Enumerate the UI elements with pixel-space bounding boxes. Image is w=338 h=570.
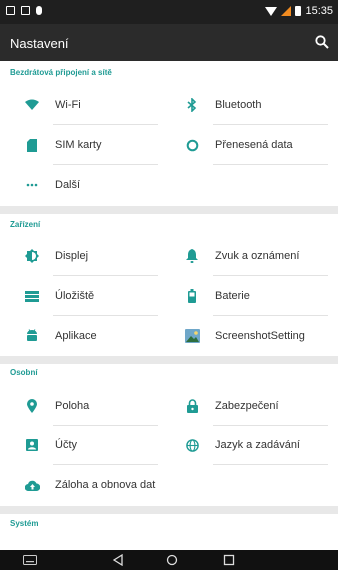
settings-item-label: Wi‑Fi: [55, 99, 81, 111]
bluetooth-icon: [182, 95, 202, 115]
search-icon[interactable]: [314, 34, 330, 50]
clock: 15:35: [305, 5, 333, 17]
section-header-device: Zařízení: [10, 220, 41, 229]
more-dots-icon: [22, 175, 42, 195]
settings-item-label: Přenesená data: [215, 139, 293, 151]
settings-item-display[interactable]: Displej: [0, 236, 168, 276]
settings-item-storage[interactable]: Úložiště: [0, 276, 168, 316]
data-usage-icon: [182, 135, 202, 155]
gallery-notification-icon: [21, 6, 30, 15]
settings-item-label: Jazyk a zadávání: [215, 439, 300, 451]
settings-item-data-usage[interactable]: Přenesená data: [160, 125, 338, 165]
settings-item-more[interactable]: Další: [0, 165, 168, 205]
settings-item-label: SIM karty: [55, 139, 102, 151]
settings-item-label: ScreenshotSetting: [215, 330, 305, 342]
settings-item-apps[interactable]: Aplikace: [0, 316, 168, 356]
storage-icon: [22, 286, 42, 306]
globe-icon: [182, 435, 202, 455]
image-notification-icon: [6, 6, 15, 15]
settings-item-location[interactable]: Poloha: [0, 386, 168, 426]
display-icon: [22, 246, 42, 266]
settings-item-label: Baterie: [215, 290, 250, 302]
settings-item-security[interactable]: Zabezpečení: [160, 386, 338, 426]
settings-item-label: Záloha a obnova dat: [55, 479, 156, 491]
settings-item-label: Zabezpečení: [215, 400, 279, 412]
section-header-wireless: Bezdrátová připojení a sítě: [10, 68, 112, 77]
cloud-upload-icon: [22, 475, 42, 495]
sim-card-icon: [22, 135, 42, 155]
battery-icon: [182, 286, 202, 306]
system-items-peek: [0, 540, 338, 550]
bell-icon: [182, 246, 202, 266]
settings-item-label: Účty: [55, 439, 77, 451]
section-divider: [0, 506, 338, 514]
navigation-bar: [0, 550, 338, 570]
status-bar: 15:35: [0, 0, 338, 24]
settings-item-sim-cards[interactable]: SIM karty: [0, 125, 168, 165]
settings-item-label: Poloha: [55, 400, 90, 412]
settings-item-label: Zvuk a oznámení: [215, 250, 300, 262]
settings-item-label: Aplikace: [55, 330, 97, 342]
battery-status-icon: [295, 6, 302, 16]
settings-item-label: Bluetooth: [215, 99, 262, 111]
wifi-icon: [22, 95, 42, 115]
settings-item-label: Další: [55, 179, 81, 191]
section-header-system: Systém: [10, 519, 39, 528]
recents-button-icon[interactable]: [221, 553, 237, 567]
settings-item-label: Displej: [55, 250, 89, 262]
location-pin-icon: [22, 396, 42, 416]
settings-item-accounts[interactable]: Účty: [0, 425, 168, 465]
screenshot-app-icon: [182, 326, 202, 346]
notification-icons: [6, 6, 42, 15]
app-bar: Nastavení: [0, 24, 338, 61]
lock-icon: [182, 396, 202, 416]
settings-item-bluetooth[interactable]: Bluetooth: [160, 85, 338, 125]
settings-item-wifi[interactable]: Wi‑Fi: [0, 85, 168, 125]
page-title: Nastavení: [10, 36, 69, 51]
account-icon: [22, 435, 42, 455]
android-icon: [22, 326, 42, 346]
settings-item-language-input[interactable]: Jazyk a zadávání: [160, 425, 338, 465]
section-divider: [0, 356, 338, 364]
home-button-icon[interactable]: [164, 553, 180, 567]
cell-signal-icon: [281, 6, 292, 16]
section-divider: [0, 206, 338, 214]
system-indicators: 15:35: [265, 5, 333, 17]
settings-item-sound-notifications[interactable]: Zvuk a oznámení: [160, 236, 338, 276]
settings-item-screenshot-setting[interactable]: ScreenshotSetting: [160, 316, 338, 356]
settings-item-backup-reset[interactable]: Záloha a obnova dat: [0, 465, 338, 505]
section-header-personal: Osobní: [10, 368, 38, 377]
keyboard-icon[interactable]: [22, 553, 38, 567]
settings-item-label: Úložiště: [55, 290, 95, 302]
location-notification-icon: [36, 6, 42, 15]
settings-item-battery[interactable]: Baterie: [160, 276, 338, 316]
back-button-icon[interactable]: [110, 553, 126, 567]
wifi-signal-icon: [265, 6, 278, 16]
